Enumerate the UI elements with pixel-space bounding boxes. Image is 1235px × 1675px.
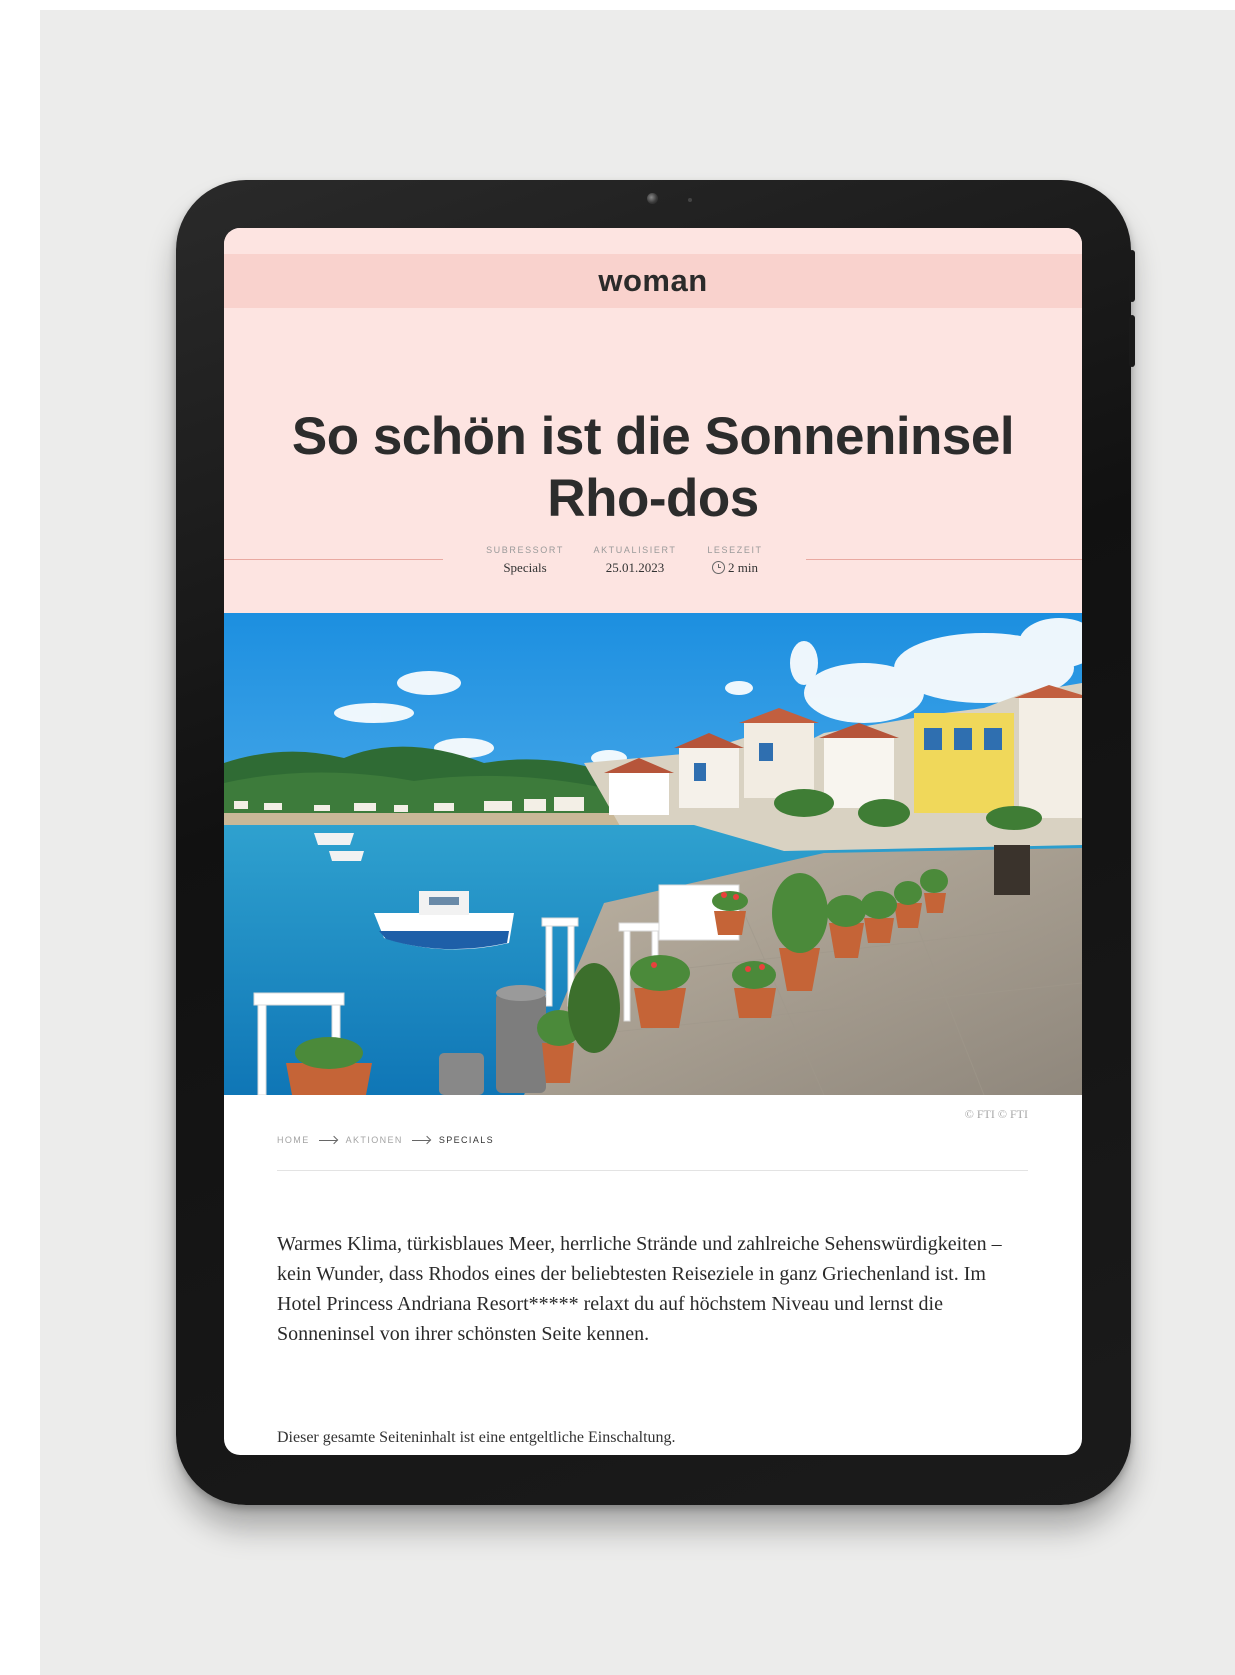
site-logo[interactable]: woman [598,263,707,299]
article-title-text: So schön ist die Sonneninsel Rho-dos [291,406,1015,528]
arrow-right-icon [318,1139,337,1141]
volume-button-2 [1129,315,1135,367]
meta-reading-time-value: 2 min [702,560,768,576]
reading-time-text: 2 min [728,560,758,575]
meta-updated: AKTUALISIERT 25.01.2023 [590,545,680,576]
meta-reading-time-label: LESEZEIT [707,545,763,555]
breadcrumb-aktionen[interactable]: AKTIONEN [346,1135,403,1145]
article-meta: SUBRESSORT Specials AKTUALISIERT 25.01.2… [224,545,1082,585]
camera-icon [647,193,658,204]
breadcrumb-specials[interactable]: SPECIALS [439,1135,494,1145]
article-title: So schön ist die Sonneninsel Rho-dos [244,406,1062,530]
breadcrumb-home[interactable]: HOME [277,1135,310,1145]
breadcrumb: HOME AKTIONEN SPECIALS [277,1135,494,1145]
harbor-photo [224,613,1082,1095]
meta-subressort: SUBRESSORT Specials [484,545,566,576]
breadcrumb-divider [277,1170,1028,1171]
meta-subressort-value[interactable]: Specials [484,560,566,576]
hero-image [224,613,1082,1095]
image-credit: © FTI © FTI [964,1107,1028,1121]
article-hero: So schön ist die Sonneninsel Rho-dos SUB… [224,308,1082,613]
article-body: © FTI © FTI HOME AKTIONEN SPECIALS Warme… [224,1095,1082,1454]
clock-icon [712,561,725,574]
meta-updated-value: 25.01.2023 [605,560,665,575]
meta-updated-label: AKTUALISIERT [593,545,677,555]
tablet-device: woman So schön ist die Sonneninsel Rho-d… [176,180,1135,1505]
meta-divider-left [224,559,443,560]
tablet-screen[interactable]: woman So schön ist die Sonneninsel Rho-d… [224,228,1082,1455]
volume-button [1129,250,1135,302]
meta-subressort-label: SUBRESSORT [486,545,564,555]
meta-reading-time: LESEZEIT 2 min [702,545,768,576]
site-header: woman [224,254,1082,308]
sensor-dot [688,198,692,202]
meta-divider-right [806,559,1082,560]
article-lead: Warmes Klima, türkisblaues Meer, herrlic… [277,1233,1002,1345]
arrow-right-icon [411,1139,430,1141]
status-strip [224,228,1082,254]
sponsored-disclaimer: Dieser gesamte Seiteninhalt ist eine ent… [277,1429,676,1446]
